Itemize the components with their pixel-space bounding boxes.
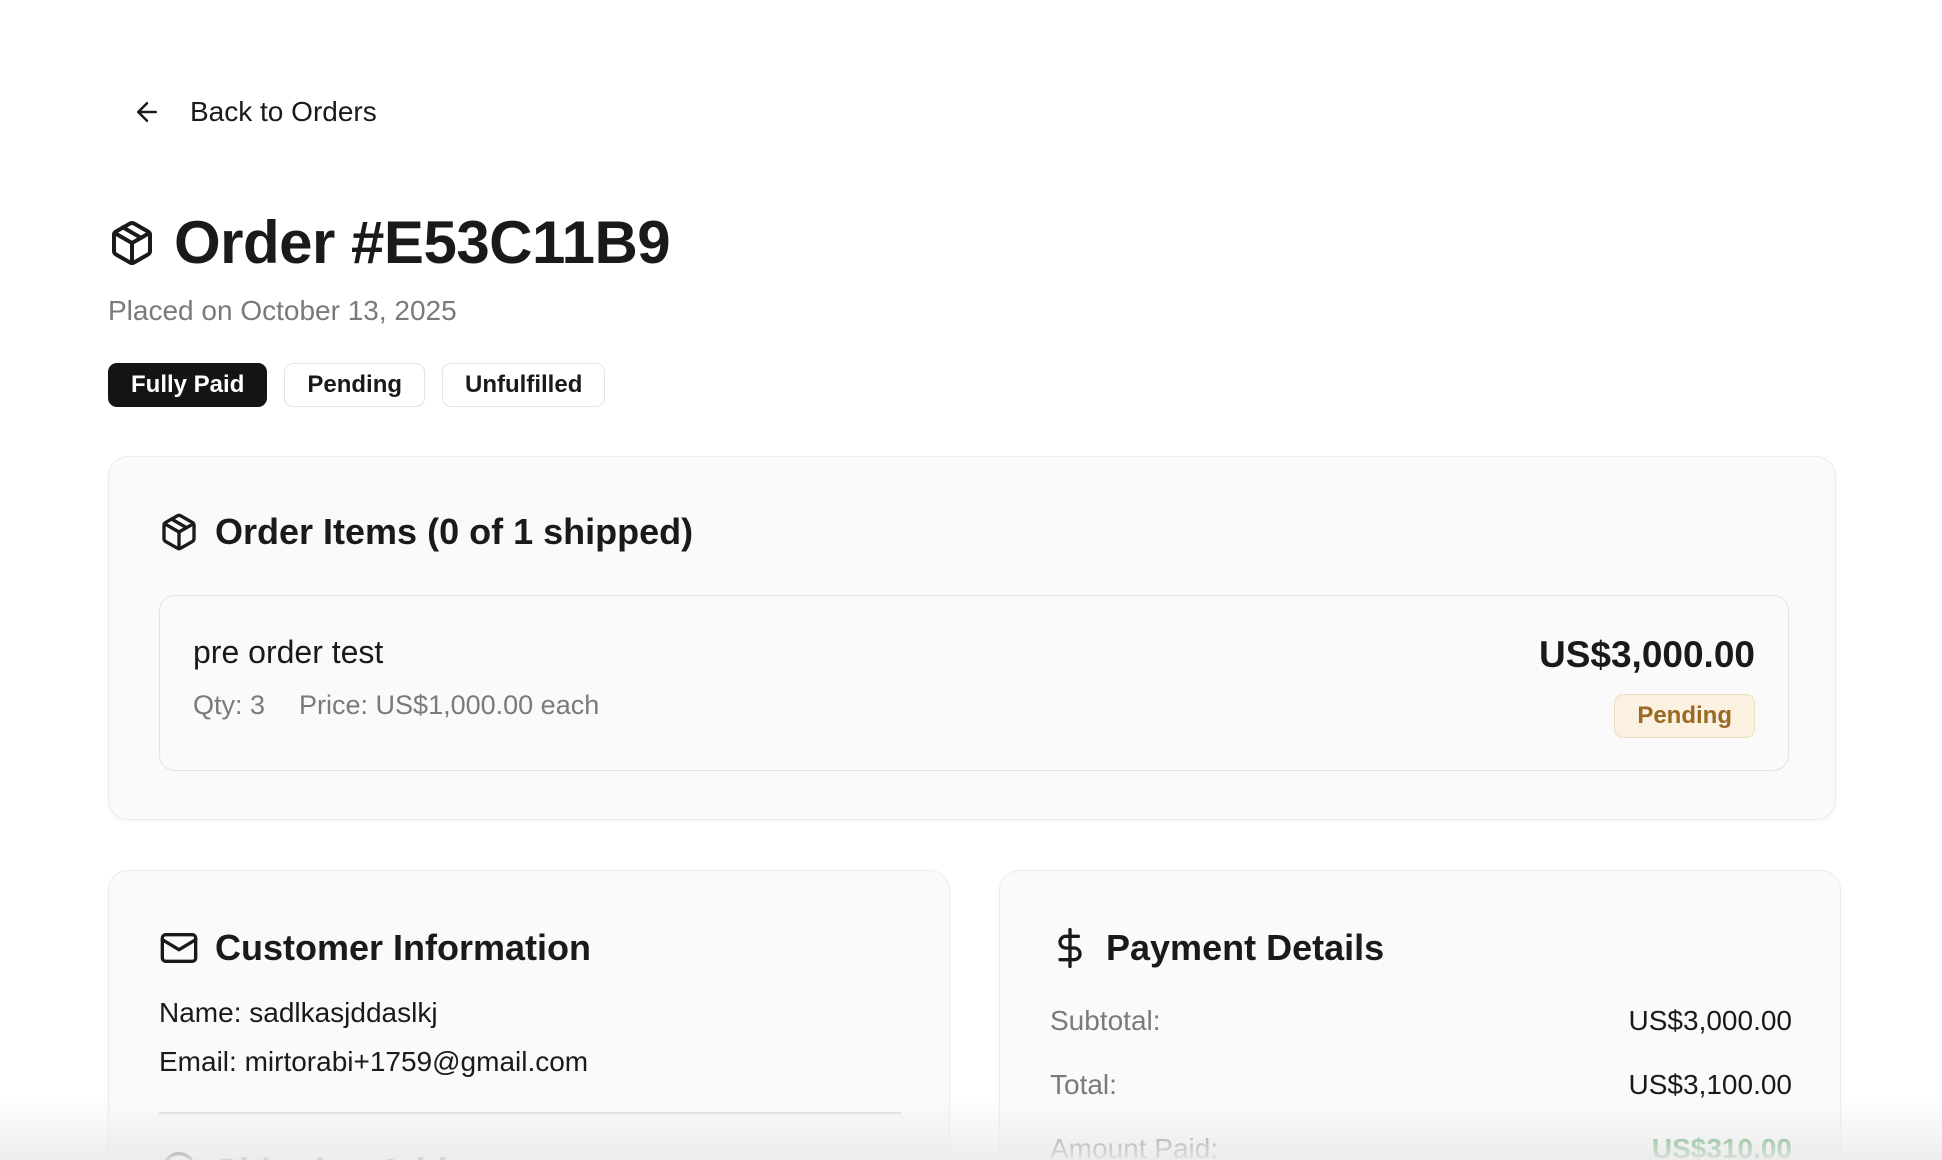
item-name: pre order test bbox=[193, 634, 384, 670]
payment-row-total: Total: US$3,100.00 bbox=[1050, 1069, 1792, 1101]
page-title: Order #E53C11B9 bbox=[174, 209, 671, 276]
customer-name: Name: sadlkasjddaslkj bbox=[159, 997, 438, 1028]
map-pin-icon bbox=[164, 1152, 194, 1160]
order-title-row: Order #E53C11B9 bbox=[108, 208, 671, 277]
arrow-left-icon bbox=[137, 102, 157, 122]
shipping-address-header: Shipping Address bbox=[159, 1151, 522, 1160]
order-status-badges: Fully Paid Pending Unfulfilled bbox=[108, 363, 606, 407]
dollar-icon bbox=[1058, 928, 1082, 968]
payment-value: US$310.00 bbox=[1651, 1133, 1792, 1160]
back-to-orders-link[interactable]: Back to Orders bbox=[132, 96, 377, 128]
payment-row-amount-paid: Amount Paid: US$310.00 bbox=[1050, 1133, 1792, 1160]
order-placed-date: Placed on October 13, 2025 bbox=[108, 295, 457, 326]
section-divider bbox=[159, 1112, 901, 1114]
payment-label: Total: bbox=[1050, 1069, 1117, 1100]
order-items-card: Order Items (0 of 1 shipped) pre order t… bbox=[108, 456, 1836, 820]
shipping-address-title: Shipping Address bbox=[215, 1151, 522, 1160]
payment-status-badge: Fully Paid bbox=[108, 363, 268, 407]
payment-value: US$3,000.00 bbox=[1628, 1005, 1792, 1036]
item-total: US$3,000.00 bbox=[1538, 634, 1755, 675]
package-icon bbox=[162, 513, 196, 551]
item-status-badge: Pending bbox=[1614, 694, 1755, 738]
back-to-orders-label: Back to Orders bbox=[190, 96, 377, 127]
payment-details-header: Payment Details bbox=[1050, 927, 1384, 969]
payment-details-card: Payment Details Subtotal: US$3,000.00 To… bbox=[999, 870, 1841, 1160]
item-qty: Qty: 3 bbox=[193, 690, 266, 720]
payment-label: Subtotal: bbox=[1050, 1005, 1161, 1036]
item-meta: Qty: 3 Price: US$1,000.00 each bbox=[193, 690, 599, 721]
customer-info-title: Customer Information bbox=[215, 927, 592, 968]
package-icon bbox=[112, 220, 152, 265]
fulfillment-status-badge: Unfulfilled bbox=[442, 363, 606, 407]
payment-value: US$3,100.00 bbox=[1628, 1069, 1792, 1100]
payment-row-subtotal: Subtotal: US$3,000.00 bbox=[1050, 1005, 1792, 1037]
payment-label: Amount Paid: bbox=[1050, 1133, 1219, 1160]
order-status-badge: Pending bbox=[284, 363, 426, 407]
item-unit-price: Price: US$1,000.00 each bbox=[299, 690, 600, 720]
order-item-row: pre order test Qty: 3 Price: US$1,000.00… bbox=[159, 595, 1789, 771]
order-items-title: Order Items (0 of 1 shipped) bbox=[215, 511, 694, 552]
order-detail-page: Back to Orders Order #E53C11B9 Placed on… bbox=[0, 0, 1942, 1160]
customer-info-card: Customer Information Name: sadlkasjddasl… bbox=[108, 870, 950, 1160]
payment-details-title: Payment Details bbox=[1106, 927, 1385, 968]
customer-info-header: Customer Information bbox=[159, 927, 591, 969]
mail-icon bbox=[160, 933, 198, 963]
customer-email: Email: mirtorabi+1759@gmail.com bbox=[159, 1046, 589, 1077]
order-items-header: Order Items (0 of 1 shipped) bbox=[159, 511, 693, 553]
